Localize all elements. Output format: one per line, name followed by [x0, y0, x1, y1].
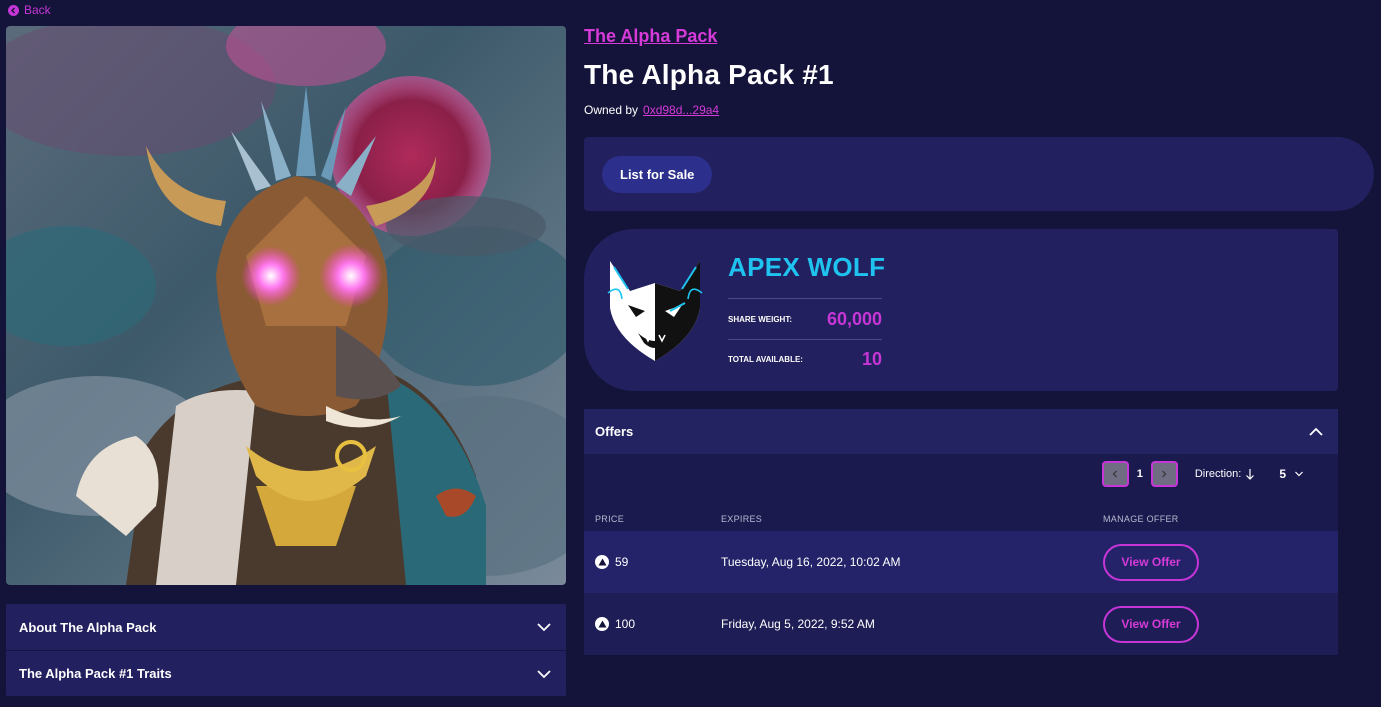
expires-value: Tuesday, Aug 16, 2022, 10:02 AM	[721, 555, 901, 569]
page-size-value: 5	[1279, 467, 1286, 481]
left-column: About The Alpha Pack The Alpha Pack #1 T…	[6, 26, 566, 696]
chevron-up-icon	[1309, 427, 1323, 436]
offers-panel: Offers 1 Direction: 5 PRICE EXPIRES MANA…	[584, 409, 1338, 655]
price-cell: 100	[584, 617, 710, 631]
price-value: 100	[615, 617, 636, 631]
tier-name: APEX WOLF	[728, 252, 886, 282]
offers-header[interactable]: Offers	[584, 409, 1338, 454]
table-row: 100 Friday, Aug 5, 2022, 9:52 AM View Of…	[584, 593, 1338, 655]
back-arrow-icon	[8, 4, 19, 16]
avax-icon	[595, 617, 609, 631]
table-row: 59 Tuesday, Aug 16, 2022, 10:02 AM View …	[584, 531, 1338, 593]
direction-toggle[interactable]: Direction:	[1195, 468, 1255, 480]
share-weight-label: SHARE WEIGHT:	[728, 315, 792, 324]
accordion-about[interactable]: About The Alpha Pack	[6, 604, 566, 650]
total-available-label: TOTAL AVAILABLE:	[728, 355, 803, 364]
avax-icon	[595, 555, 609, 569]
chevron-right-icon	[1162, 470, 1167, 478]
chevron-down-icon	[1295, 471, 1303, 477]
manage-cell: View Offer	[1103, 605, 1338, 643]
back-label: Back	[24, 3, 51, 17]
price-value: 59	[615, 555, 629, 569]
collection-link[interactable]: The Alpha Pack	[584, 26, 717, 47]
column-manage: MANAGE OFFER	[1103, 514, 1179, 524]
back-link[interactable]: Back	[8, 3, 51, 17]
chevron-left-icon	[1112, 470, 1118, 478]
accordion-traits[interactable]: The Alpha Pack #1 Traits	[6, 650, 566, 696]
direction-label: Direction:	[1194, 468, 1242, 480]
accordion: About The Alpha Pack The Alpha Pack #1 T…	[6, 604, 566, 696]
price-cell: 59	[584, 555, 710, 569]
accordion-traits-label: The Alpha Pack #1 Traits	[19, 666, 172, 681]
total-available-stat: TOTAL AVAILABLE: 10	[728, 349, 882, 370]
divider	[728, 298, 882, 299]
sale-panel: List for Sale	[584, 137, 1374, 211]
offers-title: Offers	[595, 424, 634, 439]
column-price: PRICE	[595, 514, 625, 524]
view-offer-button[interactable]: View Offer	[1103, 605, 1199, 643]
next-page-button[interactable]	[1150, 461, 1178, 487]
owner-line: Owned by 0xd98d...29a4	[584, 103, 1374, 117]
prev-page-button[interactable]	[1101, 461, 1129, 487]
divider	[728, 339, 882, 340]
share-weight-stat: SHARE WEIGHT: 60,000	[728, 309, 882, 330]
wolf-head-icon	[607, 261, 703, 361]
list-for-sale-button[interactable]: List for Sale	[602, 155, 713, 193]
accordion-about-label: About The Alpha Pack	[19, 619, 157, 635]
right-column: The Alpha Pack The Alpha Pack #1 Owned b…	[584, 26, 1374, 655]
chevron-down-icon	[537, 623, 551, 632]
view-offer-button[interactable]: View Offer	[1103, 543, 1199, 581]
pagination: 1 Direction: 5	[584, 454, 1338, 494]
owner-address-link[interactable]: 0xd98d...29a4	[643, 103, 719, 117]
arrow-down-icon	[1246, 469, 1255, 480]
offers-table-header: PRICE EXPIRES MANAGE OFFER	[584, 494, 1338, 531]
total-available-value: 10	[861, 349, 882, 369]
chevron-down-icon	[537, 669, 551, 678]
nft-artwork	[6, 26, 566, 585]
share-weight-value: 60,000	[826, 309, 882, 329]
page-size-select[interactable]: 5	[1279, 467, 1304, 481]
expires-value: Friday, Aug 5, 2022, 9:52 AM	[721, 617, 875, 631]
owned-by-label: Owned by	[584, 103, 639, 117]
manage-cell: View Offer	[1103, 543, 1338, 581]
tier-panel: APEX WOLF SHARE WEIGHT: 60,000 TOTAL AVA…	[584, 229, 1338, 391]
page-title: The Alpha Pack #1	[584, 59, 834, 90]
current-page: 1	[1136, 468, 1143, 480]
column-expires: EXPIRES	[721, 514, 763, 524]
